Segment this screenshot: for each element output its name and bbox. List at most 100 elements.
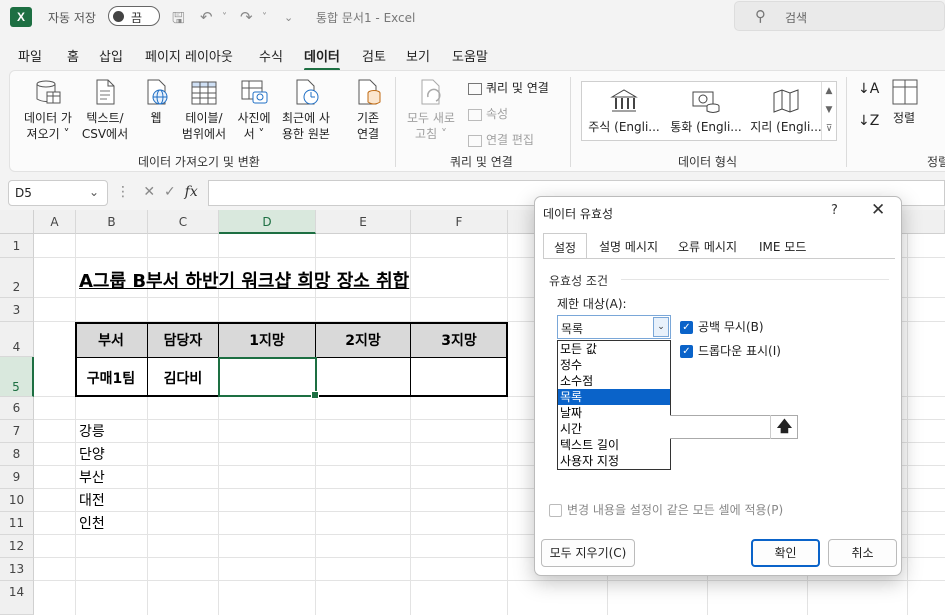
gallery-expand-icon[interactable]: ⊽ — [822, 120, 836, 139]
allow-option-date[interactable]: 날짜 — [558, 405, 670, 421]
place-cell-3[interactable]: 부산 — [79, 467, 105, 487]
allow-select[interactable]: 목록 ⌄ — [557, 315, 671, 339]
column-header-a[interactable]: A — [34, 210, 76, 234]
row-header-14[interactable]: 14 — [0, 581, 34, 615]
column-header-e[interactable]: E — [316, 210, 411, 234]
get-data-button[interactable]: 데이터 가 져오기 ˅ — [20, 77, 76, 142]
chevron-down-icon[interactable]: ▼ — [822, 101, 836, 120]
undo-icon[interactable]: ↶ — [200, 8, 213, 26]
undo-dropdown-icon[interactable]: ˅ — [222, 12, 227, 23]
row-header-11[interactable]: 11 — [0, 512, 34, 535]
recent-sources-button[interactable]: 최근에 사 용한 원본 — [276, 77, 336, 142]
tab-insert[interactable]: 삽입 — [99, 46, 123, 65]
allow-option-list[interactable]: 목록 — [558, 389, 670, 405]
tab-page-layout[interactable]: 페이지 레이아웃 — [145, 46, 233, 65]
tab-file[interactable]: 파일 — [18, 46, 42, 65]
allow-option-text-length[interactable]: 텍스트 길이 — [558, 437, 670, 453]
row-header-3[interactable]: 3 — [0, 298, 34, 322]
allow-option-whole-number[interactable]: 정수 — [558, 357, 670, 373]
redo-dropdown-icon[interactable]: ˅ — [262, 12, 267, 23]
row-header-13[interactable]: 13 — [0, 558, 34, 581]
tab-settings[interactable]: 설정 — [543, 233, 588, 259]
tab-error-alert[interactable]: 오류 메시지 — [678, 238, 737, 255]
row-header-4[interactable]: 4 — [0, 322, 34, 357]
column-header-d[interactable]: D — [219, 210, 316, 234]
sort-button[interactable]: 정렬 — [884, 77, 924, 126]
place-cell-5[interactable]: 인천 — [79, 513, 105, 533]
sheet-title-cell[interactable]: A그룹 B부서 하반기 워크샵 희망 장소 취합 — [79, 267, 409, 293]
insert-function-icon[interactable]: fx — [185, 184, 198, 200]
from-picture-button[interactable]: 사진에 서 ˅ — [232, 77, 276, 142]
customize-toolbar-icon[interactable]: ⌄ — [284, 11, 293, 24]
ok-button[interactable]: 확인 — [751, 539, 820, 567]
cancel-formula-icon[interactable]: ✕ — [143, 184, 155, 200]
tab-data[interactable]: 데이터 — [304, 46, 340, 71]
tab-ime-mode[interactable]: IME 모드 — [759, 238, 806, 255]
web-icon — [141, 77, 171, 107]
gallery-scroll[interactable]: ▲ ▼ ⊽ — [821, 82, 836, 140]
stocks-data-type[interactable]: 주식 (Engli... — [584, 88, 664, 135]
column-header-f[interactable]: F — [411, 210, 508, 234]
chevron-down-icon[interactable]: ⌄ — [89, 185, 99, 199]
properties-button[interactable]: 속성 — [468, 105, 508, 122]
queries-connections-button[interactable]: 쿼리 및 연결 — [468, 79, 549, 96]
place-cell-4[interactable]: 대전 — [79, 490, 105, 510]
dialog-title: 데이터 유효성 — [543, 207, 614, 221]
sort-descending-button[interactable]: ↓Z — [858, 113, 879, 129]
in-cell-dropdown-checkbox[interactable]: ✓ 드롭다운 표시(I) — [680, 342, 781, 359]
selected-cell-d5[interactable] — [218, 357, 319, 399]
close-icon[interactable]: ✕ — [871, 200, 885, 220]
row-header-5[interactable]: 5 — [0, 357, 34, 397]
apply-all-checkbox[interactable]: 변경 내용을 설정이 같은 모든 셀에 적용(P) — [549, 501, 783, 518]
allow-option-any-value[interactable]: 모든 값 — [558, 341, 670, 357]
clear-all-button[interactable]: 모두 지우기(C) — [541, 539, 635, 567]
allow-option-time[interactable]: 시간 — [558, 421, 670, 437]
name-box[interactable]: D5 ⌄ — [8, 180, 108, 206]
row-header-6[interactable]: 6 — [0, 397, 34, 420]
cancel-button[interactable]: 취소 — [828, 539, 897, 567]
autosave-toggle[interactable]: 끔 — [108, 6, 160, 26]
place-cell-1[interactable]: 강릉 — [79, 421, 105, 441]
existing-connections-icon — [353, 77, 383, 107]
enter-formula-icon[interactable]: ✓ — [164, 184, 176, 200]
collapse-dialog-icon[interactable]: 🡅 — [770, 415, 798, 439]
chevron-down-icon[interactable]: ⌄ — [653, 317, 669, 337]
row-header-9[interactable]: 9 — [0, 466, 34, 489]
chevron-up-icon[interactable]: ▲ — [822, 82, 836, 101]
allow-options-list[interactable]: 모든 값 정수 소수점 목록 날짜 시간 텍스트 길이 사용자 지정 — [557, 340, 671, 470]
refresh-all-button[interactable]: 모두 새로 고침 ˅ — [400, 77, 462, 142]
tab-formulas[interactable]: 수식 — [259, 46, 283, 65]
place-cell-2[interactable]: 단양 — [79, 444, 105, 464]
row-header-7[interactable]: 7 — [0, 420, 34, 443]
from-text-csv-button[interactable]: 텍스트/ CSV에서 — [78, 77, 132, 142]
tab-home[interactable]: 홈 — [67, 46, 79, 65]
ignore-blank-checkbox[interactable]: ✓ 공백 무시(B) — [680, 318, 764, 335]
row-header-1[interactable]: 1 — [0, 234, 34, 258]
row-header-10[interactable]: 10 — [0, 489, 34, 512]
row-header-12[interactable]: 12 — [0, 535, 34, 558]
existing-connections-label-1: 기존 — [356, 111, 380, 125]
tab-input-message[interactable]: 설명 메시지 — [599, 238, 658, 255]
geography-data-type[interactable]: 지리 (Engli... — [746, 88, 826, 135]
more-icon[interactable]: ⋮ — [116, 184, 130, 200]
help-icon[interactable]: ? — [831, 203, 838, 218]
search-box[interactable]: ⚲ 검색 — [734, 1, 945, 31]
from-table-range-button[interactable]: 테이블/ 범위에서 — [178, 77, 230, 142]
redo-icon[interactable]: ↷ — [240, 8, 253, 26]
tab-view[interactable]: 보기 — [406, 46, 430, 65]
tab-review[interactable]: 검토 — [362, 46, 386, 65]
save-icon[interactable]: 🖫 — [172, 8, 185, 33]
allow-option-decimal[interactable]: 소수점 — [558, 373, 670, 389]
column-header-b[interactable]: B — [76, 210, 148, 234]
currencies-data-type[interactable]: 통화 (Engli... — [666, 88, 746, 135]
sort-ascending-button[interactable]: ↓A — [858, 81, 879, 97]
column-header-c[interactable]: C — [148, 210, 219, 234]
select-all-corner[interactable] — [0, 210, 34, 234]
tab-help[interactable]: 도움말 — [452, 46, 488, 65]
existing-connections-button[interactable]: 기존 연결 — [346, 77, 390, 142]
from-web-button[interactable]: 웹 — [136, 77, 176, 126]
allow-option-custom[interactable]: 사용자 지정 — [558, 453, 670, 469]
edit-links-button[interactable]: 연결 편집 — [468, 131, 534, 148]
row-header-8[interactable]: 8 — [0, 443, 34, 466]
row-header-2[interactable]: 2 — [0, 258, 34, 298]
